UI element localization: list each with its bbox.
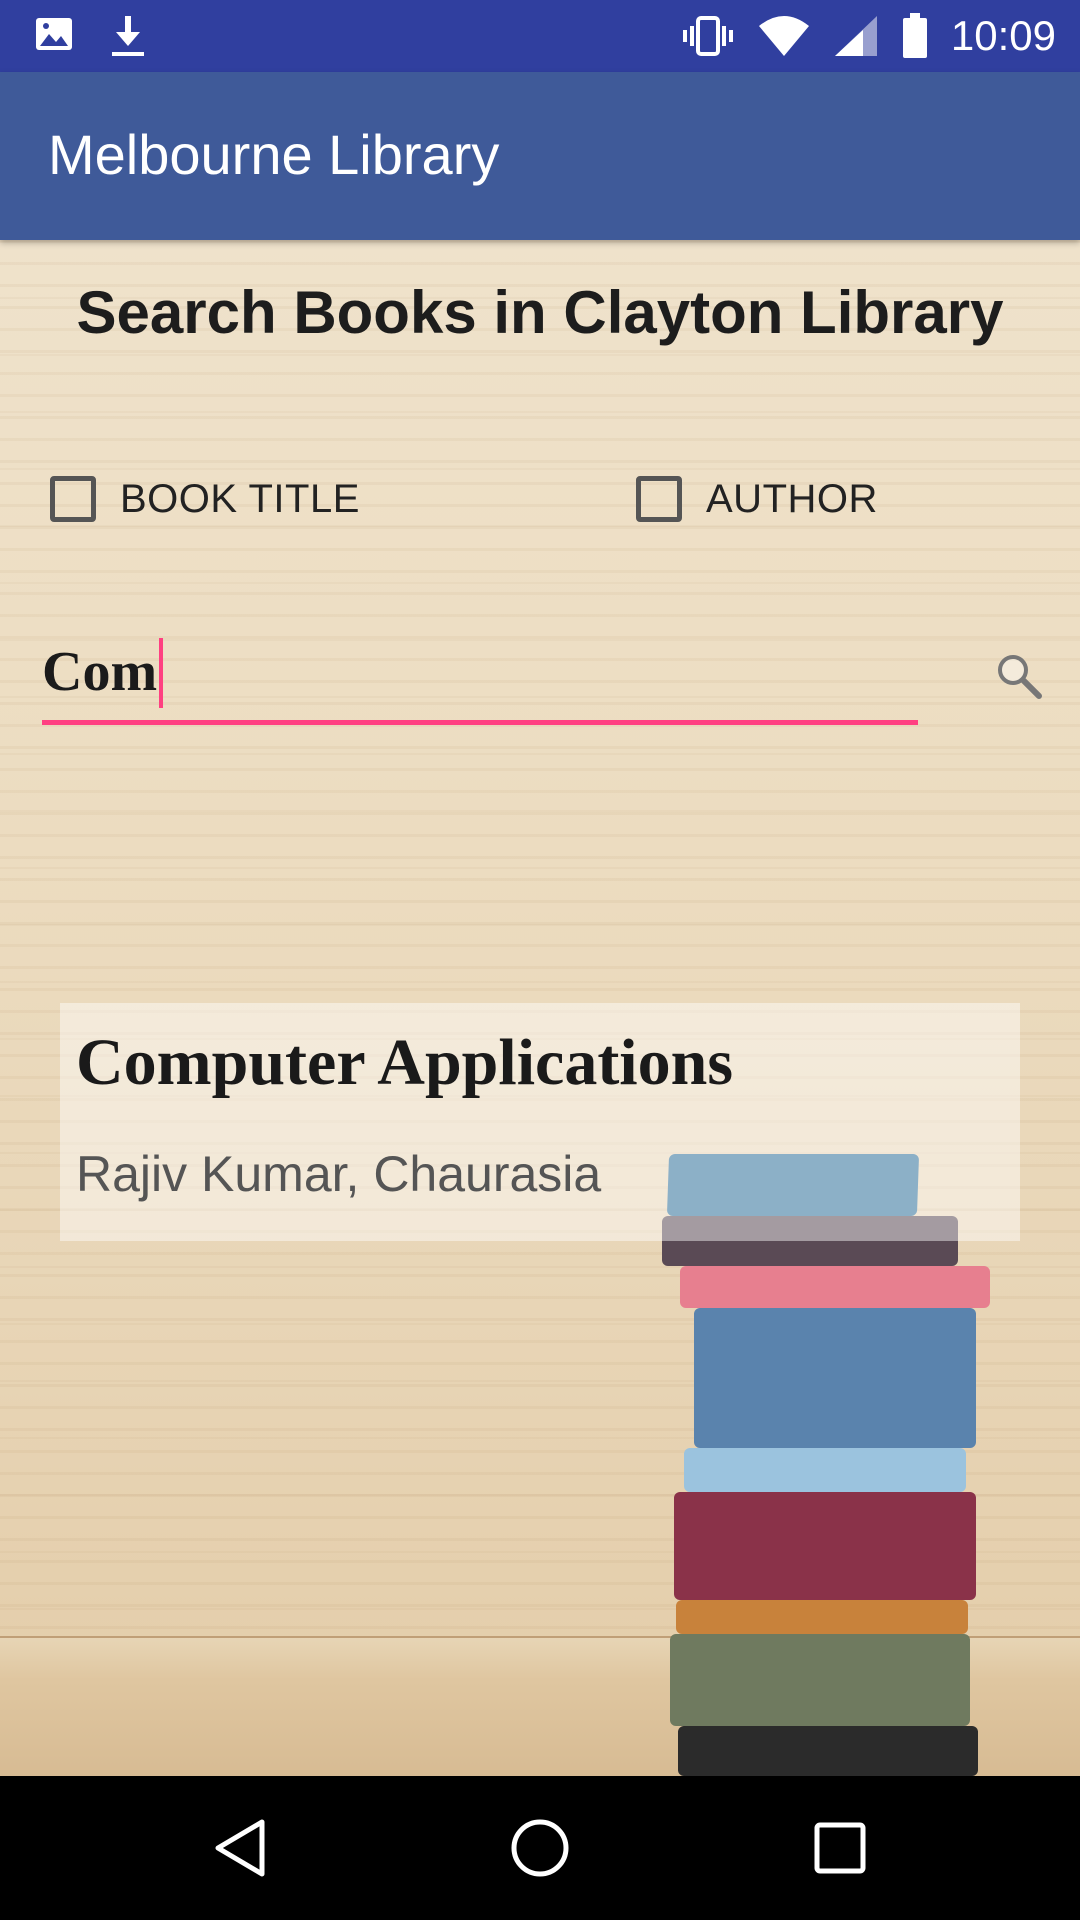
- home-icon: [511, 1819, 569, 1877]
- book-title-checkbox[interactable]: [50, 476, 96, 522]
- vibrate-icon: [682, 16, 733, 56]
- page-heading: Search Books in Clayton Library: [76, 279, 1004, 346]
- search-input-text: Com: [42, 641, 158, 703]
- result-author: Rajiv Kumar, Chaurasia: [76, 1146, 602, 1202]
- app-title: Melbourne Library: [48, 123, 500, 186]
- image-icon: [36, 18, 72, 50]
- main-content: Search Books in Clayton Library BOOK TIT…: [0, 240, 1080, 1776]
- signal-icon: [834, 16, 877, 56]
- search-button[interactable]: [995, 652, 1043, 705]
- result-title: Computer Applications: [76, 1026, 734, 1099]
- home-button[interactable]: [508, 1816, 572, 1885]
- app-bar: Melbourne Library: [0, 72, 1080, 240]
- navigation-bar: [0, 1776, 1080, 1920]
- download-icon: [112, 16, 144, 56]
- status-bar: 10:09: [0, 0, 1080, 72]
- search-icon: [998, 655, 1042, 699]
- filter-author[interactable]: AUTHOR: [636, 476, 878, 522]
- search-underline: [42, 720, 918, 725]
- back-icon: [215, 1819, 265, 1877]
- wifi-icon: [758, 16, 809, 56]
- author-label: AUTHOR: [706, 476, 878, 521]
- search-input[interactable]: Com: [42, 630, 918, 714]
- author-checkbox[interactable]: [636, 476, 682, 522]
- book-title-label: BOOK TITLE: [120, 476, 360, 521]
- result-item[interactable]: Computer Applications Rajiv Kumar, Chaur…: [60, 1003, 1020, 1241]
- recents-button[interactable]: [808, 1816, 872, 1885]
- back-button[interactable]: [210, 1816, 274, 1885]
- text-cursor: [159, 638, 164, 709]
- status-time: 10:09: [950, 12, 1056, 59]
- filter-book-title[interactable]: BOOK TITLE: [50, 476, 360, 522]
- battery-icon: [902, 13, 927, 58]
- recents-icon: [814, 1822, 866, 1874]
